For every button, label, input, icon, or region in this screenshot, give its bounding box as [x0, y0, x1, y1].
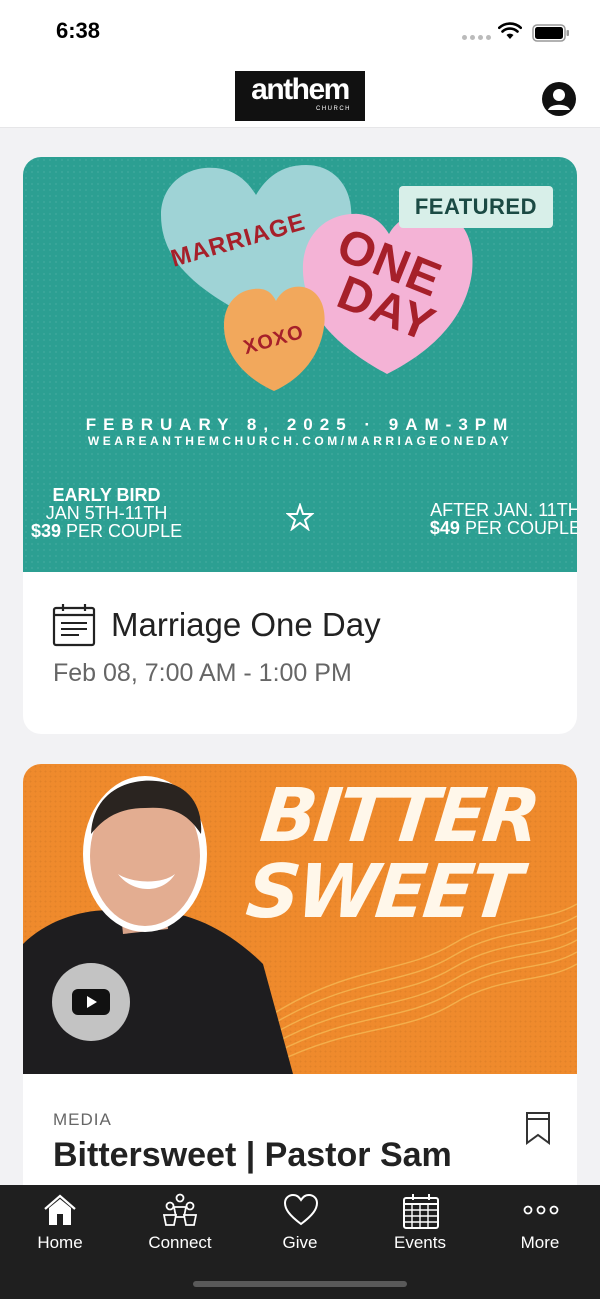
after-price-block: AFTER JAN. 11TH $49 PER COUPLE	[430, 501, 577, 537]
calendar-document-icon	[52, 604, 96, 647]
event-time: Feb 08, 7:00 AM - 1:00 PM	[53, 659, 352, 687]
early-bird-price-suffix: PER COUPLE	[61, 521, 183, 541]
after-price-suffix: PER COUPLE	[459, 518, 577, 538]
wifi-icon	[498, 22, 522, 39]
early-bird-price: $39	[31, 521, 62, 541]
banner-line1: BITTER	[256, 773, 542, 859]
people-icon	[163, 1193, 197, 1226]
after-price-line: $49 PER COUPLE	[430, 519, 577, 537]
media-banner-image: BITTER SWEET	[23, 764, 577, 1074]
featured-event-card[interactable]: MARRIAGE ONE DAY XOXO FEATURED FEBRUARY …	[23, 157, 577, 734]
tab-events[interactable]: Events	[360, 1185, 480, 1265]
tab-home-label: Home	[37, 1233, 83, 1252]
early-bird-block: EARLY BIRD JAN 5TH-11TH $39 PER COUPLE	[31, 486, 182, 540]
featured-badge: FEATURED	[398, 186, 553, 228]
person-circle-icon[interactable]	[541, 81, 577, 117]
home-indicator	[193, 1281, 407, 1287]
early-bird-dates: JAN 5TH-11TH	[45, 503, 168, 523]
banner-line2: SWEET	[242, 849, 524, 935]
media-title: Bittersweet | Pastor Sam	[53, 1136, 452, 1174]
play-icon	[72, 989, 110, 1015]
status-time: 6:38	[56, 18, 101, 43]
battery-icon	[532, 24, 569, 42]
bookmark-icon[interactable]	[525, 1111, 551, 1145]
tab-connect[interactable]: Connect	[120, 1185, 240, 1265]
bitter-sweet-title: BITTER SWEET	[242, 773, 542, 935]
event-title: Marriage One Day	[111, 606, 381, 643]
home-icon	[44, 1194, 76, 1225]
app-header: anthem CHURCH	[0, 64, 600, 128]
logo-word: anthem	[251, 73, 350, 106]
promo-url-line: WEAREANTHEMCHURCH.COM/MARRIAGEONEDAY	[87, 434, 513, 448]
play-button[interactable]	[52, 963, 130, 1041]
tab-connect-label: Connect	[148, 1233, 212, 1252]
tab-home[interactable]: Home	[0, 1185, 120, 1265]
event-info: Marriage One Day Feb 08, 7:00 AM - 1:00 …	[23, 572, 577, 734]
status-bar: 6:38	[0, 0, 600, 64]
media-card[interactable]: BITTER SWEET MEDIA Bittersweet | Pastor …	[23, 764, 577, 1204]
tab-give-label: Give	[282, 1233, 318, 1252]
after-price: $49	[429, 518, 460, 538]
early-bird-title: EARLY BIRD	[52, 485, 161, 505]
promo-date-line: FEBRUARY 8, 2025 · 9AM-3PM	[85, 415, 515, 434]
logo-sub: CHURCH	[316, 106, 351, 112]
media-label: MEDIA	[53, 1110, 112, 1129]
more-dots-icon	[523, 1205, 559, 1215]
tab-more[interactable]: More	[480, 1185, 600, 1265]
tab-more-label: More	[520, 1233, 560, 1252]
signal-dots-icon	[462, 35, 491, 40]
calendar-icon	[403, 1194, 439, 1229]
heart-icon	[283, 1193, 319, 1226]
after-title: AFTER JAN. 11TH	[430, 500, 577, 520]
star-icon	[286, 503, 314, 531]
anthem-logo[interactable]: anthem CHURCH	[235, 71, 365, 121]
tab-events-label: Events	[394, 1233, 446, 1252]
featured-banner-image: MARRIAGE ONE DAY XOXO FEATURED FEBRUARY …	[23, 157, 577, 572]
tab-give[interactable]: Give	[240, 1185, 360, 1265]
early-bird-price-line: $39 PER COUPLE	[31, 522, 182, 540]
